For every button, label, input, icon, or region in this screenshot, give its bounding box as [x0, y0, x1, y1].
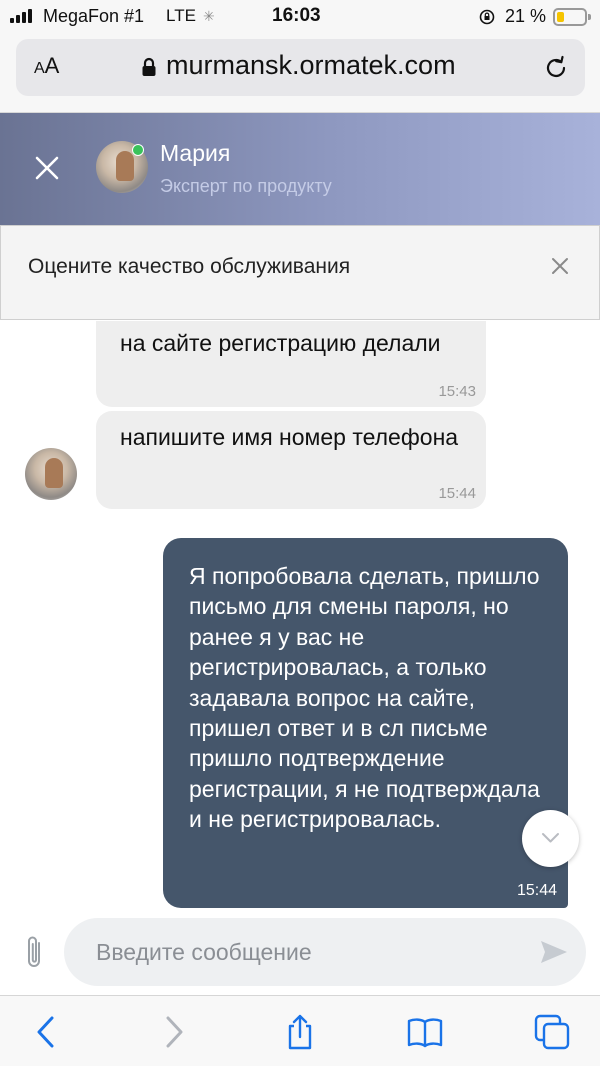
agent-role: Эксперт по продукту	[160, 176, 332, 196]
browser-toolbar	[0, 995, 600, 1066]
chevron-right-icon[interactable]	[156, 1014, 192, 1050]
message-text: Я попробовала сделать, пришло письмо для…	[189, 563, 540, 833]
chevron-left-icon[interactable]	[28, 1014, 64, 1050]
network-type: LTE	[166, 6, 196, 25]
message-text: напишите имя номер телефона	[120, 424, 459, 450]
close-icon[interactable]	[32, 153, 62, 183]
rate-service-banner[interactable]: Оцените качество обслуживания	[0, 225, 600, 320]
message-text: на сайте регистрацию делали	[120, 330, 441, 356]
outgoing-message: Я попробовала сделать, пришло письмо для…	[163, 538, 568, 908]
agent-avatar-small	[25, 448, 77, 500]
send-icon[interactable]	[540, 940, 568, 964]
battery-percent: 21 %	[505, 6, 547, 26]
message-time: 15:44	[516, 882, 557, 899]
incoming-message: напишите имя номер телефона 15:44	[96, 411, 486, 509]
url-text[interactable]: murmansk.ormatek.com	[166, 50, 456, 81]
chevron-down-icon	[542, 833, 559, 843]
reload-icon[interactable]	[543, 55, 569, 81]
online-status-dot	[132, 144, 144, 156]
chat-header: Мария Эксперт по продукту	[0, 113, 600, 225]
message-composer	[0, 915, 600, 995]
book-icon[interactable]	[407, 1014, 443, 1050]
carrier-name: MegaFon #1	[43, 6, 145, 26]
battery-icon	[553, 8, 591, 26]
status-bar: MegaFon #1 LTE ✳ 16:03 21 %	[0, 0, 600, 34]
message-time: 15:43	[438, 383, 476, 400]
incoming-message: на сайте регистрацию делали 15:43	[96, 321, 486, 407]
text-size-button[interactable]: AA	[34, 53, 59, 79]
status-time: 16:03	[272, 5, 321, 26]
paperclip-icon[interactable]	[22, 933, 46, 971]
message-list[interactable]: на сайте регистрацию делали 15:43 напиши…	[0, 321, 600, 915]
scroll-down-button[interactable]	[522, 810, 579, 867]
lock-icon	[142, 57, 156, 76]
message-time: 15:44	[438, 485, 476, 502]
share-icon[interactable]	[282, 1014, 318, 1050]
close-banner-icon[interactable]	[550, 256, 570, 276]
address-bar[interactable]: AA murmansk.ormatek.com	[16, 39, 585, 96]
message-input[interactable]	[64, 918, 586, 986]
agent-name: Мария	[160, 140, 231, 166]
tabs-icon[interactable]	[534, 1014, 570, 1050]
signal-strength-icon	[10, 9, 32, 23]
rotation-lock-icon	[479, 9, 495, 25]
rate-service-text[interactable]: Оцените качество обслуживания	[28, 255, 350, 279]
browser-address-area: AA murmansk.ormatek.com	[0, 34, 600, 113]
activity-spinner-icon: ✳	[203, 8, 215, 24]
